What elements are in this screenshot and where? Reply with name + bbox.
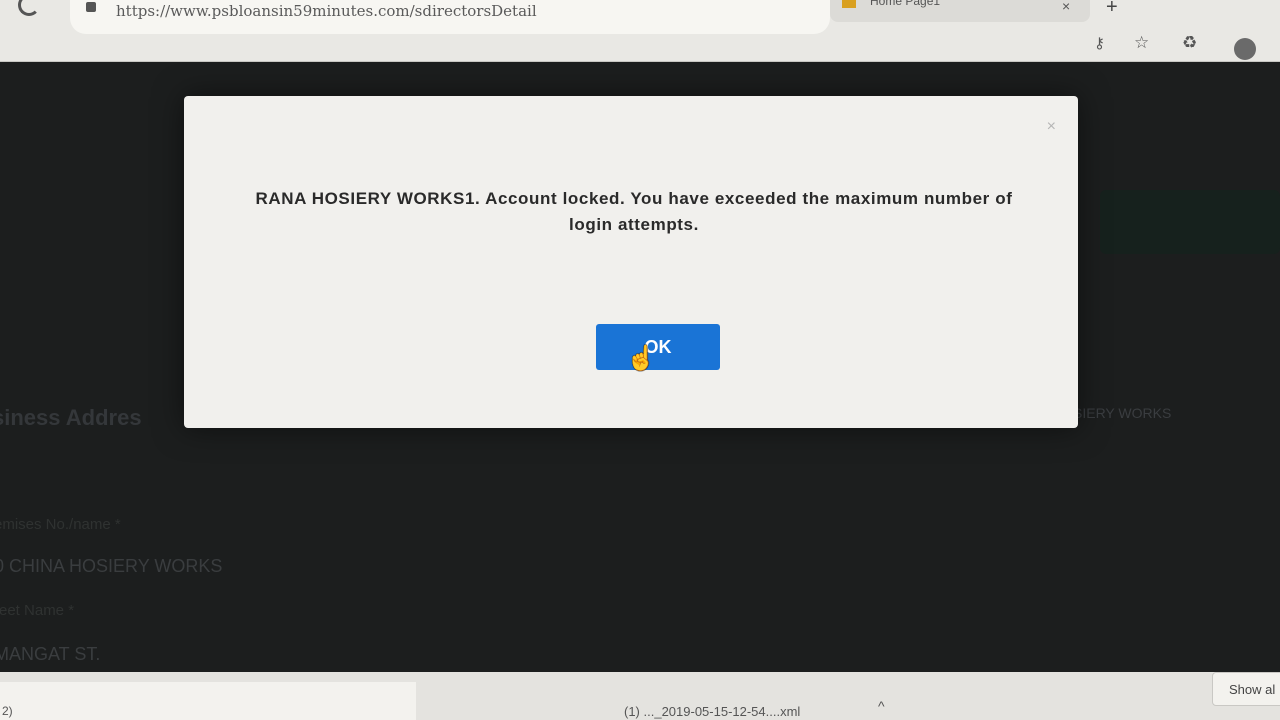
- new-tab-icon[interactable]: +: [1106, 0, 1118, 19]
- site-logo: [1100, 190, 1280, 254]
- profile-avatar[interactable]: [1234, 38, 1256, 60]
- street-name-field[interactable]: MANGAT ST.: [0, 644, 100, 665]
- alert-message: RANA HOSIERY WORKS1. Account locked. You…: [255, 189, 1013, 234]
- tab-title[interactable]: Home Page1: [870, 0, 940, 8]
- hand-cursor-icon: ☝: [626, 345, 656, 372]
- url-text[interactable]: https://www.psbloansin59minutes.com/sdir…: [116, 2, 537, 20]
- close-tab-icon[interactable]: ×: [1062, 0, 1070, 14]
- alert-dialog: × RANA HOSIERY WORKS1. Account locked. Y…: [184, 96, 1078, 428]
- premises-field[interactable]: 0 CHINA HOSIERY WORKS: [0, 556, 222, 577]
- lock-icon: [86, 2, 96, 12]
- download-item[interactable]: [0, 682, 416, 720]
- section-heading: siness Addres: [0, 405, 142, 430]
- ok-button[interactable]: OK: [596, 324, 720, 370]
- download-filename[interactable]: (1) ..._2019-05-15-12-54....xml: [624, 704, 800, 719]
- extension-icon[interactable]: ♻: [1182, 33, 1197, 53]
- star-icon[interactable]: ☆: [1134, 33, 1149, 53]
- key-icon[interactable]: ⚷: [1094, 34, 1105, 52]
- street-name-label: reet Name *: [0, 602, 75, 619]
- favicon-icon: [842, 0, 856, 8]
- tab-home-page[interactable]: [830, 0, 1090, 22]
- chevron-up-icon[interactable]: ^: [878, 698, 885, 714]
- premises-label: emises No./name *: [0, 516, 121, 533]
- download-item-label: 2): [2, 704, 13, 718]
- close-icon[interactable]: ×: [1047, 118, 1056, 136]
- show-all-button[interactable]: Show al: [1212, 672, 1280, 706]
